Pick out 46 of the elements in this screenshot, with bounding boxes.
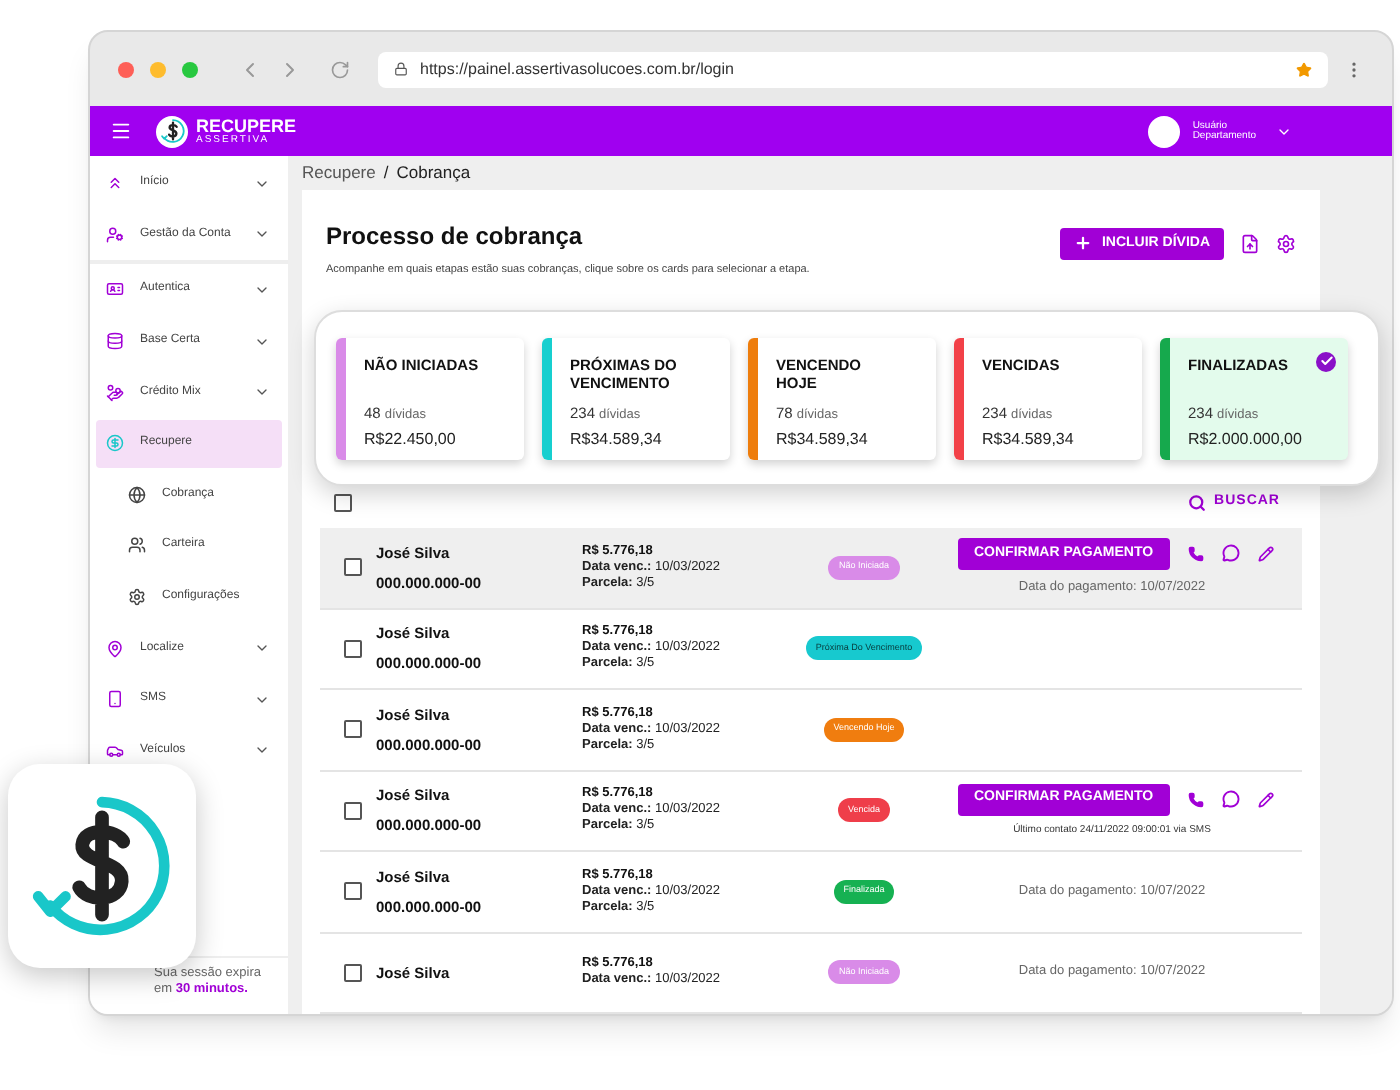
- row-checkbox[interactable]: [344, 882, 362, 901]
- row-checkbox[interactable]: [344, 720, 362, 739]
- database-icon: [106, 332, 124, 351]
- url-text: https://painel.assertivasolucoes.com.br/login: [420, 57, 736, 81]
- row-checkbox[interactable]: [344, 639, 362, 658]
- star-icon[interactable]: [1296, 61, 1312, 77]
- gear-icon: [128, 588, 146, 607]
- avatar[interactable]: [1148, 115, 1181, 147]
- menu-icon[interactable]: [110, 120, 132, 142]
- page-title: Processo de cobrança: [326, 219, 585, 254]
- lock-icon: [394, 62, 408, 76]
- map-pin-icon: [106, 639, 124, 658]
- row-checkbox[interactable]: [344, 963, 362, 982]
- phone-icon[interactable]: [1187, 545, 1204, 562]
- select-all-checkbox[interactable]: [334, 493, 352, 511]
- breadcrumb-separator: /: [383, 160, 389, 186]
- id-card-icon: [106, 280, 124, 299]
- stage-amount: R$2.000.000,00: [1188, 428, 1304, 453]
- phone-icon[interactable]: [1187, 791, 1204, 807]
- chat-bubble-icon[interactable]: [1221, 790, 1240, 808]
- settings-icon[interactable]: [1276, 233, 1296, 254]
- row-checkbox[interactable]: [344, 558, 362, 577]
- plus-icon: [1073, 234, 1092, 253]
- check-circle-icon: [1316, 351, 1336, 371]
- user-gear-icon: [106, 225, 124, 244]
- hand-coins-icon: [106, 383, 124, 402]
- search-icon: [1188, 493, 1207, 511]
- users-icon: [128, 536, 146, 555]
- stage-amount: R$22.450,00: [364, 428, 458, 453]
- address-bar[interactable]: https://painel.assertivasolucoes.com.br/login: [378, 51, 1328, 87]
- edit-icon[interactable]: [1257, 545, 1274, 562]
- globe-icon: [128, 485, 146, 504]
- edit-icon[interactable]: [1257, 791, 1274, 807]
- logo-icon: [159, 118, 185, 144]
- stage-amount: R$34.589,34: [982, 428, 1076, 453]
- row-checkbox[interactable]: [344, 801, 362, 820]
- stage-amount: R$34.589,34: [570, 428, 664, 453]
- dollar-circle-icon: [106, 434, 124, 453]
- breadcrumb-link[interactable]: Recupere: [302, 160, 376, 186]
- chat-bubble-icon[interactable]: [1221, 544, 1240, 563]
- car-icon: [106, 741, 124, 760]
- smartphone-icon: [106, 690, 124, 709]
- breadcrumb-current: Cobrança: [396, 160, 471, 186]
- file-upload-icon[interactable]: [1240, 233, 1260, 254]
- brand-name: RECUPERE: [196, 117, 297, 135]
- stage-amount: R$34.589,34: [776, 428, 870, 453]
